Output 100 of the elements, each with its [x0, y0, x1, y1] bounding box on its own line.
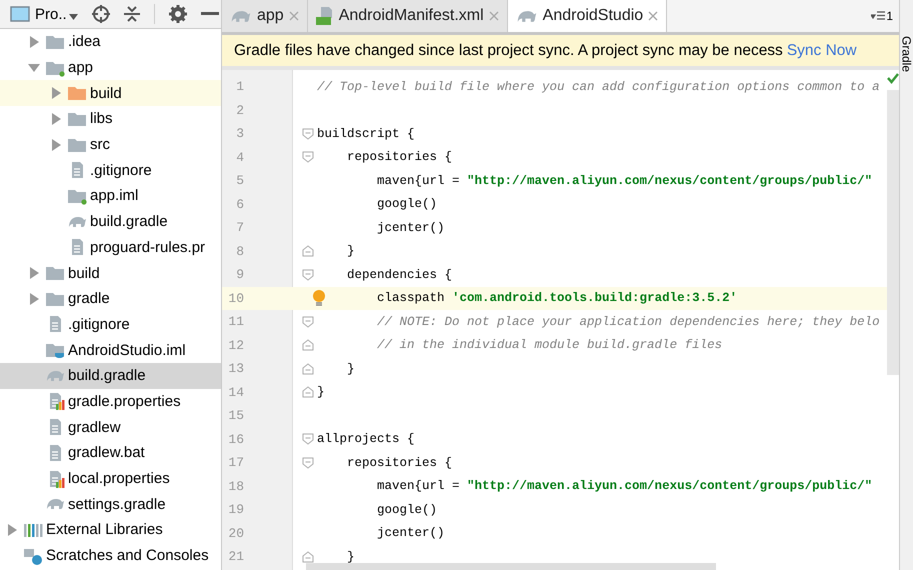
line-number: 1 — [235, 79, 244, 94]
code-line: classpath 'com.android.tools.build:gradle:3.5.2' — [377, 291, 738, 306]
window-icon — [10, 6, 30, 22]
expand-arrow-icon[interactable] — [28, 267, 40, 280]
fold-marker-icon[interactable] — [302, 151, 314, 164]
tree-item[interactable]: .gitignore — [0, 312, 221, 338]
editor-tab[interactable]: AndroidStudio — [508, 0, 668, 32]
fold-marker-icon[interactable] — [302, 316, 314, 328]
minimize-icon[interactable] — [200, 12, 219, 16]
line-number: 20 — [227, 526, 244, 541]
tree-item[interactable]: build.gradle — [0, 362, 221, 389]
lightbulb-icon[interactable] — [312, 290, 326, 306]
line-number: 19 — [227, 502, 244, 518]
line-number: 14 — [227, 384, 244, 400]
unfold-marker-icon[interactable] — [302, 386, 314, 398]
expand-arrow-icon[interactable] — [28, 292, 40, 305]
tab-list-button[interactable]: 1 — [865, 0, 899, 32]
line-number: 6 — [235, 196, 244, 212]
list-icon — [871, 11, 886, 21]
line-number: 15 — [227, 408, 244, 424]
collapse-arrow-icon[interactable] — [28, 62, 40, 74]
line-number: 7 — [235, 220, 244, 236]
code-line: // NOTE: Do not place your application dependencies here; they belo — [377, 314, 880, 329]
tree-item[interactable]: app — [0, 54, 221, 80]
collapse-icon[interactable] — [124, 5, 140, 23]
code-line: jcenter() — [377, 526, 445, 540]
fold-marker-icon[interactable] — [302, 433, 314, 446]
code-line: } — [347, 244, 355, 258]
line-number: 2 — [235, 102, 244, 118]
tree-item[interactable]: build — [0, 260, 221, 286]
line-number: 17 — [227, 455, 244, 470]
expand-arrow-icon[interactable] — [28, 36, 40, 48]
fold-marker-icon[interactable] — [302, 456, 314, 469]
tree-item[interactable]: .gitignore — [0, 157, 221, 184]
line-number: 8 — [235, 244, 244, 259]
editor-tab[interactable]: AndroidManifest.xml — [308, 0, 508, 32]
line-number: 11 — [227, 314, 244, 330]
code-line: // Top-level build file where you can add configuration options common to a — [317, 80, 880, 94]
tree-item[interactable]: gradle.properties — [0, 388, 221, 414]
close-icon[interactable] — [488, 11, 499, 21]
vertical-scrollbar[interactable] — [887, 90, 899, 375]
crosshair-icon[interactable] — [92, 5, 110, 23]
code-line: } — [347, 550, 355, 564]
tree-item[interactable]: Scratches and Consoles — [0, 542, 221, 568]
line-number: 5 — [235, 173, 244, 188]
line-number: 16 — [227, 432, 244, 447]
tree-item[interactable]: .idea — [0, 29, 221, 55]
line-number: 21 — [227, 549, 244, 564]
tree-item[interactable]: settings.gradle — [0, 491, 221, 518]
expand-arrow-icon[interactable] — [6, 524, 18, 536]
line-number: 12 — [227, 338, 244, 353]
line-number: 18 — [227, 478, 244, 494]
unfold-marker-icon[interactable] — [302, 339, 314, 352]
expand-arrow-icon[interactable] — [50, 138, 62, 151]
code-line: google() — [377, 502, 438, 517]
code-line: } — [347, 362, 355, 376]
caret-icon[interactable] — [68, 14, 78, 20]
code-line: maven{url = "http://maven.aliyun.com/nexus/content/groups/public/" — [377, 174, 872, 188]
tree-item[interactable]: build — [0, 80, 221, 106]
line-number: 10 — [227, 290, 244, 306]
code-line: buildscript { — [317, 126, 415, 141]
check-icon — [887, 73, 899, 84]
tree-item[interactable]: local.properties — [0, 466, 221, 492]
line-number: 9 — [235, 267, 244, 282]
code-line: // in the individual module build.gradle files — [377, 338, 722, 352]
sync-message: Gradle files have changed since last project sync. A project sync may be necess — [234, 42, 783, 60]
fold-marker-icon[interactable] — [302, 268, 314, 281]
line-number: 4 — [235, 150, 244, 165]
fold-marker-icon[interactable] — [302, 128, 314, 140]
tree-item[interactable]: gradlew.bat — [0, 440, 221, 466]
close-icon[interactable] — [288, 11, 299, 21]
tree-item[interactable]: External Libraries — [0, 517, 221, 543]
code-line: repositories { — [347, 456, 452, 470]
code-line: allprojects { — [317, 432, 415, 446]
tree-item[interactable]: gradlew — [0, 414, 221, 440]
view-selector[interactable]: Pro.. — [35, 6, 67, 22]
unfold-marker-icon[interactable] — [302, 362, 314, 375]
tree-item[interactable]: proguard-rules.pr — [0, 234, 221, 260]
tree-item[interactable]: libs — [0, 106, 221, 132]
tree-item[interactable]: gradle — [0, 286, 221, 312]
horizontal-scrollbar[interactable] — [306, 563, 716, 570]
close-icon[interactable] — [648, 11, 658, 21]
code-line: dependencies { — [347, 268, 452, 282]
code-line: } — [317, 385, 325, 400]
gradle-tool-tab[interactable]: Gradle — [900, 36, 913, 72]
expand-arrow-icon[interactable] — [50, 112, 62, 125]
sync-now-link[interactable]: Sync Now — [786, 42, 857, 60]
editor-tab[interactable]: app — [222, 0, 308, 32]
code-line: google() — [377, 197, 438, 212]
settings-icon[interactable] — [168, 5, 187, 23]
unfold-marker-icon[interactable] — [302, 245, 314, 258]
unfold-marker-icon[interactable] — [302, 550, 314, 563]
line-number: 3 — [235, 126, 244, 142]
tree-item[interactable]: AndroidStudio.iml — [0, 337, 221, 363]
tree-item[interactable]: app.iml — [0, 183, 221, 209]
tree-item[interactable]: build.gradle — [0, 208, 221, 234]
expand-arrow-icon[interactable] — [50, 87, 62, 100]
tree-item[interactable]: src — [0, 132, 221, 158]
code-line: jcenter() — [377, 220, 445, 235]
code-line: maven{url = "http://maven.aliyun.com/nexus/content/groups/public/" — [377, 479, 872, 494]
